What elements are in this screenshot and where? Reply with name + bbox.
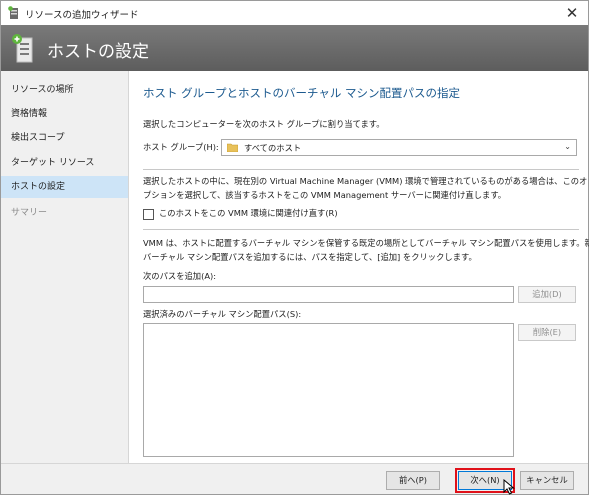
- reassociate-checkbox[interactable]: [143, 209, 154, 220]
- window-title: リソースの追加ウィザード: [25, 10, 139, 21]
- selected-paths-list[interactable]: [143, 323, 514, 457]
- divider: [143, 169, 579, 170]
- add-path-button[interactable]: 追加(D): [518, 286, 576, 303]
- folder-icon: [227, 143, 238, 152]
- section-title: ホスト グループとホストのバーチャル マシン配置パスの指定: [143, 86, 461, 100]
- path-description-2: バーチャル マシン配置パスを追加するには、パスを指定して、[追加] をクリックし…: [143, 252, 477, 262]
- assign-text: 選択したコンピューターを次のホスト グループに割り当てます。: [143, 119, 385, 129]
- wizard-window: リソースの追加ウィザード ✕ ホストの設定 リソースの場所 資格情報 検出スコー…: [0, 0, 589, 495]
- nav-item-discovery-scope[interactable]: 検出スコープ: [1, 127, 128, 149]
- add-path-label: 次のパスを追加(A):: [143, 271, 217, 281]
- cancel-button[interactable]: キャンセル: [520, 471, 574, 490]
- previous-button[interactable]: 前へ(P): [386, 471, 440, 490]
- content-panel: ホスト グループとホストのバーチャル マシン配置パスの指定 選択したコンピュータ…: [130, 71, 589, 463]
- nav-item-target-resources[interactable]: ターゲット リソース: [1, 152, 128, 174]
- wizard-host-icon: [8, 6, 18, 19]
- vmm-description-2: プションを選択して、該当するホストをこの VMM Management サーバー…: [143, 190, 507, 200]
- host-group-value: すべてのホスト: [244, 143, 302, 153]
- vmm-description-1: 選択したホストの中に、現在別の Virtual Machine Manager …: [143, 176, 588, 186]
- remove-path-button[interactable]: 削除(E): [518, 324, 576, 341]
- chevron-down-icon: ⌄: [564, 142, 571, 151]
- divider: [143, 229, 579, 230]
- host-group-dropdown[interactable]: すべてのホスト ⌄: [221, 139, 577, 156]
- page-header: ホストの設定: [1, 25, 588, 71]
- nav-item-summary: サマリー: [11, 208, 48, 218]
- reassociate-label[interactable]: このホストをこの VMM 環境に関連付け直す(R): [159, 206, 338, 221]
- mouse-cursor-icon: [503, 479, 515, 495]
- host-group-label: ホスト グループ(H):: [143, 142, 219, 152]
- nav-item-credentials[interactable]: 資格情報: [1, 103, 128, 125]
- close-icon[interactable]: ✕: [562, 3, 582, 23]
- nav-item-resource-location[interactable]: リソースの場所: [1, 79, 128, 101]
- page-title: ホストの設定: [47, 42, 149, 62]
- title-bar: リソースの追加ウィザード ✕: [1, 1, 588, 25]
- nav-item-host-settings[interactable]: ホストの設定: [1, 176, 128, 198]
- wizard-nav: リソースの場所 資格情報 検出スコープ ターゲット リソース ホストの設定 サマ…: [1, 71, 129, 463]
- path-description-1: VMM は、ホストに配置するバーチャル マシンを保管する既定の場所としてバーチャ…: [143, 238, 589, 248]
- add-path-input[interactable]: [143, 286, 514, 303]
- host-server-icon: [12, 34, 33, 63]
- selected-paths-label: 選択済みのバーチャル マシン配置パス(S):: [143, 309, 302, 319]
